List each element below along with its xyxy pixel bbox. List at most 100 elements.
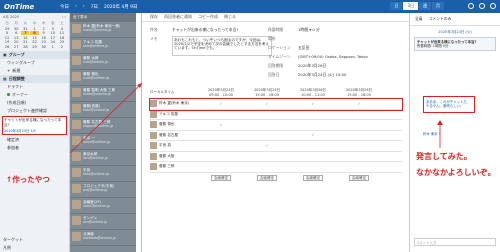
list-item[interactable]: 菅藤 智明 大阪 三郎 osaka@ontime.jp <box>70 86 136 102</box>
calendar-day[interactable]: 25 <box>58 40 66 44</box>
calendar-day[interactable]: 31 <box>21 27 29 31</box>
list-item[interactable]: ゼンゲン zen@ontime.jp <box>70 214 136 230</box>
calendar-day[interactable]: 24 <box>49 40 57 44</box>
calendar-day[interactable]: 9 <box>40 31 48 35</box>
owner-item[interactable]: オーナー <box>0 91 69 99</box>
availability-check[interactable]: ✓ <box>244 102 290 106</box>
search-icon[interactable] <box>468 3 474 9</box>
calendar-day[interactable]: 18 <box>58 36 66 40</box>
calendar-day[interactable]: 30 <box>12 27 20 31</box>
calendar-day[interactable]: 21 <box>21 40 29 44</box>
list-item[interactable]: アキコ 佐藤 sato@ontime.jp <box>70 38 136 54</box>
calendar-day[interactable]: 1 <box>30 27 38 31</box>
target-item[interactable]: ターゲット <box>0 236 70 244</box>
calendar-day[interactable]: 20 <box>12 40 20 44</box>
detail-value[interactable]: (GMT+09:00) Osaka, Sapporo, Tokyo <box>298 54 368 60</box>
calendar-day[interactable]: 6 <box>12 31 20 35</box>
list-header[interactable]: 全て表示 <box>70 13 136 22</box>
availability-check[interactable]: ✓ <box>198 102 244 106</box>
calendar-day[interactable]: 5 <box>3 31 11 35</box>
calendar-day[interactable]: 27 <box>12 45 20 49</box>
calendar-day[interactable]: 1 <box>49 45 57 49</box>
confirmed-item[interactable]: 確定済 <box>0 136 69 144</box>
project-item[interactable]: プロジェクト進捗確認 <box>0 107 69 115</box>
confirm-button[interactable]: 会議確定 <box>348 175 370 181</box>
tab-month[interactable]: 月 <box>432 2 444 10</box>
detail-value[interactable]: 1時間 ▾ 0 分 <box>298 27 320 33</box>
availability-check[interactable]: ✓ <box>290 102 336 106</box>
subject-field[interactable]: チャットが出来る様になったって本当? <box>172 27 238 33</box>
list-item[interactable]: 平良 taira@ontime.jp <box>70 166 136 182</box>
gear-icon[interactable] <box>490 3 496 9</box>
calendar-day[interactable]: 3 <box>49 27 57 31</box>
days-select[interactable]: 7日 <box>91 4 98 10</box>
detail-value[interactable]: 2020年3月26日 <box>298 63 326 69</box>
list-item[interactable]: 会議室(2F) room@ontime.jp <box>70 198 136 214</box>
detail-value[interactable]: 五反田 <box>298 45 309 51</box>
tab-3day[interactable]: 3日 <box>403 2 418 10</box>
chat-tab-all[interactable]: 全員 <box>415 16 423 22</box>
availability-check[interactable]: ✓ <box>244 144 290 148</box>
chat-tab-comments[interactable]: コメントのみ <box>429 16 452 22</box>
prev-icon[interactable]: ‹ <box>75 4 77 9</box>
list-item[interactable]: 東京 一 tokyo@ontime.jp <box>70 134 136 150</box>
appointment-section[interactable]: ▦ 日程調整 <box>0 74 69 83</box>
calendar-day[interactable]: 29 <box>30 45 38 49</box>
today-button[interactable]: 今日 <box>60 4 69 10</box>
group-item[interactable]: ウィングループ <box>0 59 69 67</box>
calendar-day[interactable]: 2 <box>40 27 48 31</box>
list-item[interactable]: 菅藤 名古屋 三郎 nagoya@ontime.jp <box>70 118 136 134</box>
next-icon[interactable]: › <box>83 4 85 9</box>
user-icon[interactable] <box>479 3 485 9</box>
new-item[interactable]: + 新規 <box>0 67 69 75</box>
list-item[interactable]: プロジェクタ(平良) proj@ontime.jp <box>70 182 136 198</box>
confirm-button[interactable]: 会議確定 <box>210 175 232 181</box>
draft-item[interactable]: ドラフト <box>0 83 69 91</box>
group-section[interactable]: ▣ グループ <box>0 50 69 59</box>
calendar-day[interactable]: 11 <box>58 31 66 35</box>
calendar-day[interactable]: 17 <box>49 36 57 40</box>
calendar-day[interactable]: 4 <box>58 27 66 31</box>
availability-check[interactable]: ✓ <box>198 123 244 127</box>
calendar-day[interactable]: 26 <box>3 45 11 49</box>
calendar-day[interactable]: 8 <box>30 31 39 35</box>
calendar-day[interactable]: 29 <box>3 27 11 31</box>
memo-field[interactable]: あれもこれもと、ついぞいつも困るのですが、今回は、2020/2/2で予定を決めて… <box>172 35 272 56</box>
calendar-day[interactable]: 22 <box>30 40 38 44</box>
calendar-day[interactable]: 15 <box>30 36 38 40</box>
calendar-day[interactable]: 12 <box>3 36 11 40</box>
copy-button[interactable]: コピー作成 <box>198 14 218 20</box>
detail-value[interactable]: 2020年3月24日 (火) 15:00 <box>298 72 346 78</box>
list-item[interactable]: 北海道 hokkaido@ontime.jp <box>70 230 136 246</box>
chat-input[interactable]: コメント入力 <box>414 238 496 246</box>
tab-day[interactable]: 日 <box>390 2 403 10</box>
list-item[interactable]: 鈴木 翼(鈴木 東京一部) suzuki@ontime.jp <box>70 22 136 38</box>
confirm-button[interactable]: 会議確定 <box>256 175 278 181</box>
calendar-day[interactable]: 28 <box>21 45 29 49</box>
calendar-nav-icon[interactable]: ‹ › <box>62 15 66 20</box>
availability-check[interactable]: ✓ <box>290 133 336 137</box>
availability-check[interactable]: ✓ <box>336 102 382 106</box>
participant-item[interactable]: 参加者 <box>0 144 69 152</box>
list-item[interactable]: 菅藤(佐藤) kobe@ontime.jp <box>70 102 136 118</box>
calendar-day[interactable]: 13 <box>12 36 20 40</box>
confirm-button[interactable]: 会議確定 <box>302 175 324 181</box>
highlighted-appointment[interactable]: チャットが出来る様になったって本当? 2020年3月24日 1/4 <box>2 115 67 135</box>
list-item[interactable]: 菅藤 太郎 suto@ontime.jp <box>70 54 136 70</box>
calendar-day[interactable]: 10 <box>49 31 57 35</box>
calendar-day[interactable]: 7 <box>21 31 30 35</box>
calendar-day[interactable]: 23 <box>40 40 48 44</box>
calendar-day[interactable]: 16 <box>40 36 48 40</box>
calendar-day[interactable]: 30 <box>40 45 48 49</box>
tab-week[interactable]: 週 <box>419 2 431 10</box>
sort-item: (作成日順) <box>0 99 69 107</box>
list-item[interactable]: 東京太郎 taro@ontime.jp <box>70 150 136 166</box>
calendar-day[interactable]: 19 <box>3 40 11 44</box>
legend-item[interactable]: 凡例 <box>0 244 70 252</box>
calendar-day[interactable]: 14 <box>21 36 29 40</box>
list-item[interactable]: 菅藤 慎也 sudo@ontime.jp <box>70 70 136 86</box>
close-button[interactable]: 閉じる <box>224 14 236 20</box>
calendar-day[interactable]: 2 <box>58 45 66 49</box>
notify-button[interactable]: 再回答者に通知 <box>164 14 192 20</box>
save-button[interactable]: 保存 <box>150 14 158 20</box>
